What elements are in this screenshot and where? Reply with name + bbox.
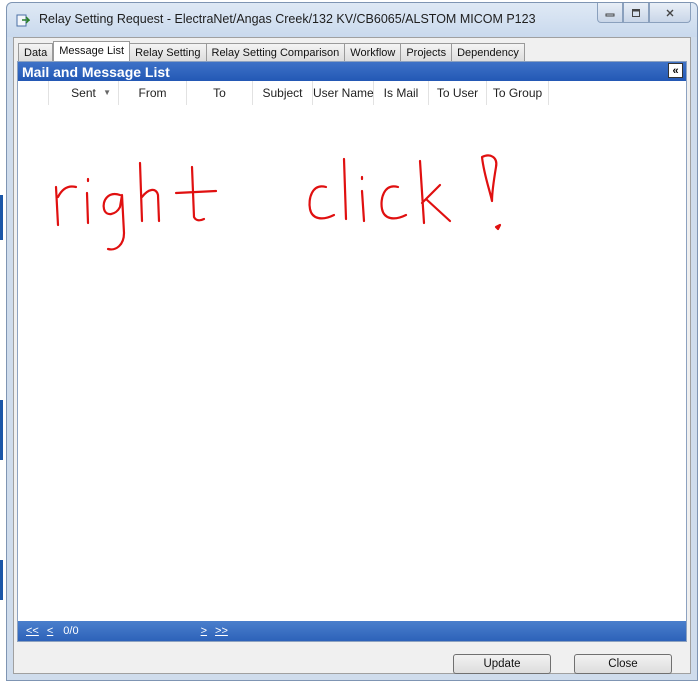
tab-projects[interactable]: Projects — [401, 43, 453, 63]
column-header-to[interactable]: To — [187, 81, 253, 105]
column-header-subject[interactable]: Subject — [253, 81, 313, 105]
tab-relay-setting-comparison[interactable]: Relay Setting Comparison — [206, 43, 346, 63]
maximize-icon[interactable] — [623, 3, 649, 23]
first-page-link[interactable]: << — [26, 625, 39, 637]
column-header-is-mail[interactable]: Is Mail — [374, 81, 429, 105]
client-area: Data Message List Relay Setting Relay Se… — [13, 37, 691, 674]
tab-data[interactable]: Data — [18, 43, 54, 63]
tab-relay-setting[interactable]: Relay Setting — [130, 43, 207, 63]
background-window-edge — [0, 195, 3, 240]
row-selector-header — [18, 81, 49, 105]
sort-descending-icon[interactable]: ▼ — [103, 81, 111, 105]
page-count: 0/0 — [63, 625, 79, 637]
close-icon[interactable] — [649, 3, 691, 23]
dialog-button-bar: Update Close — [14, 642, 690, 674]
close-button[interactable]: Close — [574, 654, 672, 674]
window-controls — [597, 3, 691, 23]
column-header-user-name[interactable]: User Name — [313, 81, 374, 105]
tab-message-list[interactable]: Message List — [53, 41, 131, 63]
column-header-to-user[interactable]: To User — [429, 81, 487, 105]
background-window-edge — [0, 400, 3, 460]
background-window-edge — [0, 560, 3, 600]
column-label: Sent — [71, 86, 96, 100]
tab-strip: Data Message List Relay Setting Relay Se… — [18, 41, 525, 63]
next-page-link[interactable]: > — [201, 625, 207, 637]
minimize-icon[interactable] — [597, 3, 623, 23]
column-header-sent[interactable]: Sent ▼ — [49, 81, 119, 105]
relay-setting-request-window: Relay Setting Request - ElectraNet/Angas… — [6, 2, 698, 681]
update-button[interactable]: Update — [453, 654, 551, 674]
tab-dependency[interactable]: Dependency — [452, 43, 525, 63]
column-header-from[interactable]: From — [119, 81, 187, 105]
tab-workflow[interactable]: Workflow — [345, 43, 402, 63]
mail-message-panel: Mail and Message List « Sent ▼ From To Su… — [17, 61, 687, 642]
previous-page-link[interactable]: < — [47, 625, 53, 637]
double-chevron-left-icon[interactable]: « — [668, 63, 683, 78]
title-bar[interactable]: Relay Setting Request - ElectraNet/Angas… — [7, 3, 697, 37]
handwritten-annotation — [54, 154, 502, 251]
pager-bar: << < 0/0 > >> — [18, 621, 686, 641]
panel-header: Mail and Message List « — [18, 62, 686, 81]
panel-title: Mail and Message List — [22, 64, 170, 80]
app-icon — [16, 14, 30, 27]
column-header-to-group[interactable]: To Group — [487, 81, 549, 105]
grid-header: Sent ▼ From To Subject User Name Is Mail … — [18, 81, 549, 105]
last-page-link[interactable]: >> — [215, 625, 228, 637]
grid-body[interactable] — [18, 105, 686, 621]
window-title: Relay Setting Request - ElectraNet/Angas… — [39, 12, 536, 26]
